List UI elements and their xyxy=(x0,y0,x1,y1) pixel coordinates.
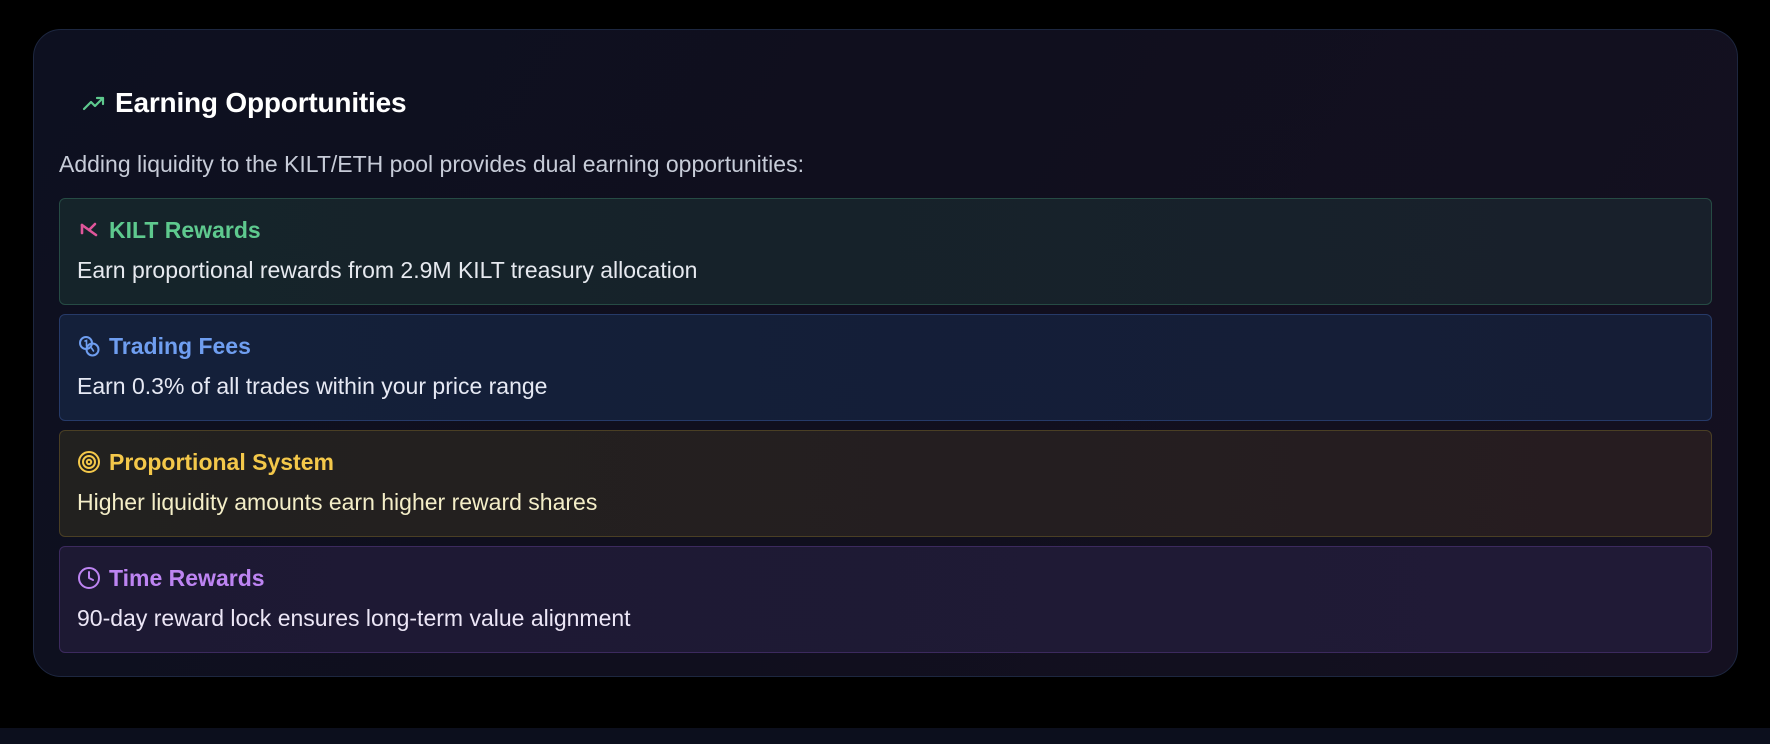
card-title: Earning Opportunities xyxy=(115,87,407,118)
opportunity-description: Earn 0.3% of all trades within your pric… xyxy=(77,373,548,399)
opportunity-description: Higher liquidity amounts earn higher rew… xyxy=(77,489,598,515)
opportunity-time-rewards: Time Rewards 90-day reward lock ensures … xyxy=(59,546,1712,653)
opportunity-title: Time Rewards xyxy=(109,564,265,591)
kilt-logo-icon xyxy=(77,218,101,242)
target-icon xyxy=(77,450,101,474)
opportunity-title: Trading Fees xyxy=(109,332,251,359)
coins-icon xyxy=(77,334,101,358)
trending-up-icon xyxy=(81,90,107,116)
opportunity-header: KILT Rewards xyxy=(77,215,261,245)
clock-icon xyxy=(77,566,101,590)
opportunity-kilt-rewards: KILT Rewards Earn proportional rewards f… xyxy=(59,198,1712,305)
intro-text: Adding liquidity to the KILT/ETH pool pr… xyxy=(59,151,804,177)
opportunity-header: Trading Fees xyxy=(77,331,251,361)
opportunity-proportional-system: Proportional System Higher liquidity amo… xyxy=(59,430,1712,537)
opportunity-header: Proportional System xyxy=(77,447,334,477)
card-header: Earning Opportunities xyxy=(81,83,407,123)
opportunity-title: KILT Rewards xyxy=(109,216,261,243)
bottom-strip xyxy=(0,728,1770,744)
opportunity-title: Proportional System xyxy=(109,448,334,475)
opportunity-trading-fees: Trading Fees Earn 0.3% of all trades wit… xyxy=(59,314,1712,421)
opportunity-header: Time Rewards xyxy=(77,563,265,593)
opportunity-description: 90-day reward lock ensures long-term val… xyxy=(77,605,631,631)
opportunity-description: Earn proportional rewards from 2.9M KILT… xyxy=(77,257,698,283)
earning-opportunities-card: Earning Opportunities Adding liquidity t… xyxy=(33,29,1738,677)
